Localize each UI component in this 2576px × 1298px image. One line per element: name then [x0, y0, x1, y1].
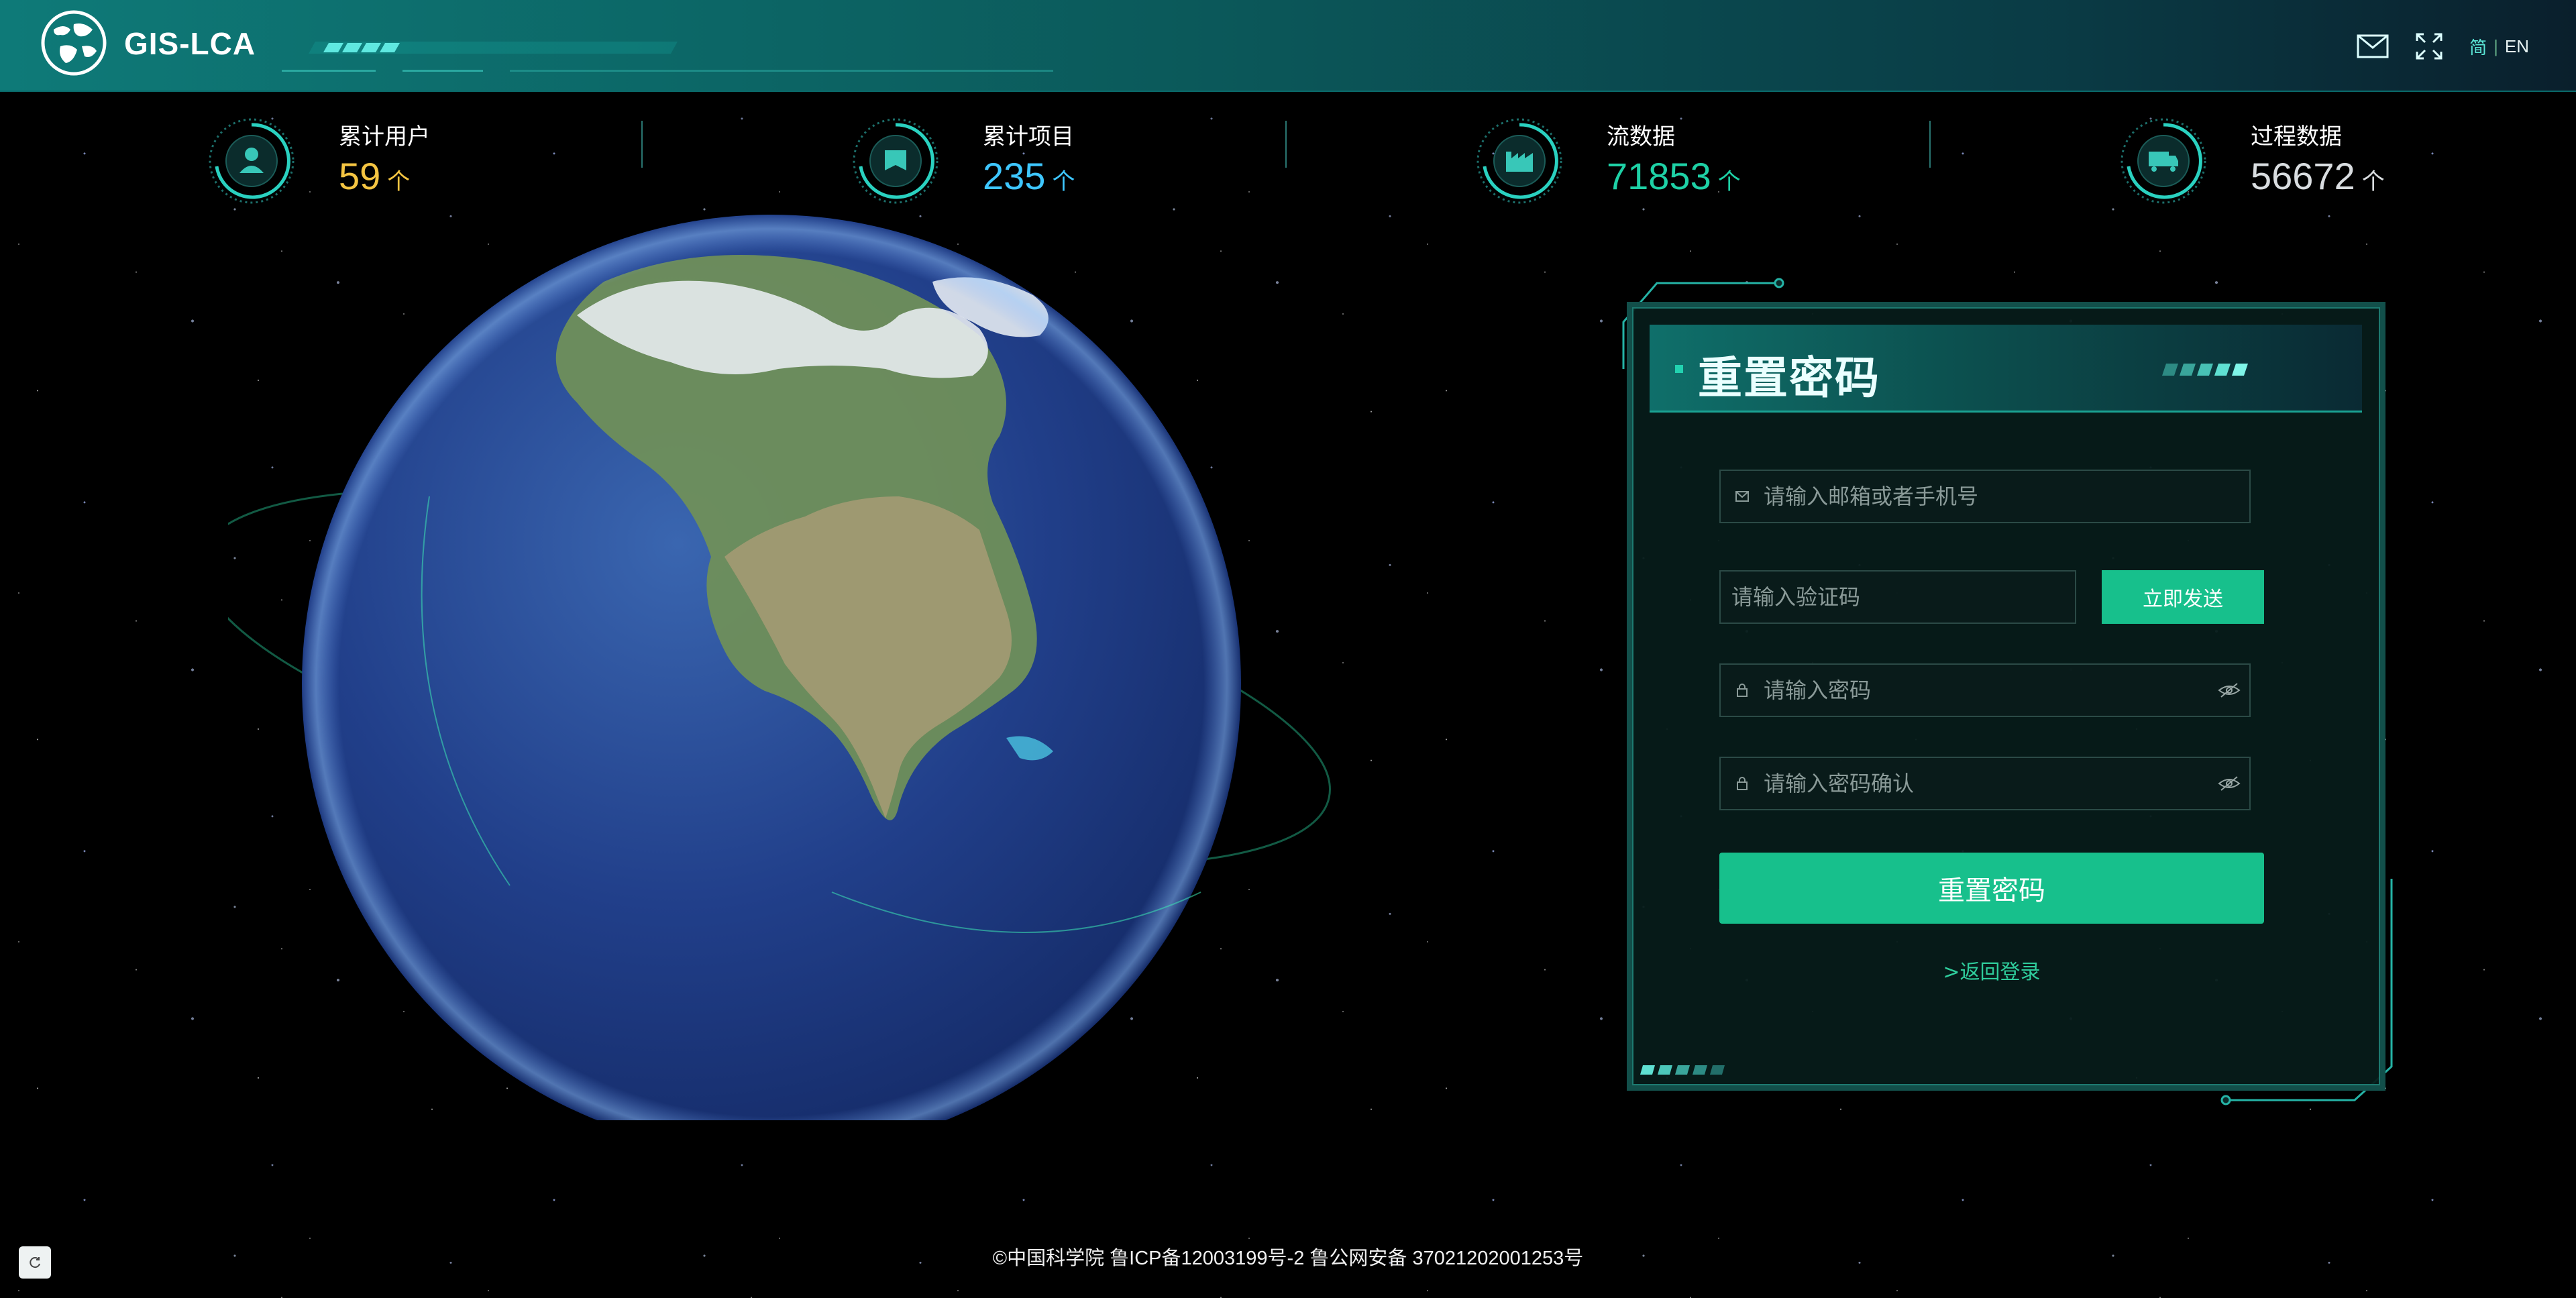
stat-divider — [1929, 121, 1931, 168]
code-input[interactable] — [1721, 572, 2075, 623]
stat-divider — [641, 121, 643, 168]
top-header: GIS-LCA 简 | EN — [0, 0, 2576, 92]
refresh-icon[interactable] — [19, 1246, 51, 1279]
mail-field-icon — [1727, 491, 1757, 502]
fullscreen-icon[interactable] — [2413, 32, 2445, 61]
eye-off-icon[interactable] — [2209, 775, 2249, 792]
account-input[interactable] — [1757, 471, 2249, 522]
header-right-tools: 简 | EN — [2357, 30, 2529, 63]
mail-icon[interactable] — [2357, 32, 2389, 61]
header-stripes-decoration — [2162, 364, 2248, 376]
confirm-password-input[interactable] — [1757, 758, 2209, 809]
truck-icon — [2121, 118, 2206, 204]
stat-process: 过程数据 56672 个 — [2116, 114, 2519, 208]
password-field — [1719, 663, 2251, 717]
eye-off-icon[interactable] — [2209, 682, 2249, 698]
language-switch: 简 | EN — [2469, 34, 2529, 59]
stat-users-label: 累计用户 — [339, 123, 430, 150]
back-to-login-link[interactable]: >返回登录 — [1719, 955, 2264, 985]
app-title: GIS-LCA — [124, 26, 256, 61]
stat-process-unit: 个 — [2361, 169, 2385, 195]
lock-icon — [1727, 776, 1757, 791]
reset-password-panel: 重置密码 立即发送 重置密码 — [1627, 302, 2385, 1091]
lang-en-option[interactable]: EN — [2505, 36, 2529, 57]
footer-copyright: ©中国科学院 鲁ICP备12003199号-2 鲁公网安备 3702120200… — [992, 1248, 1584, 1269]
globe-logo-icon — [41, 10, 107, 76]
stat-process-label: 过程数据 — [2251, 123, 2342, 150]
code-field — [1719, 570, 2076, 624]
confirm-password-field — [1719, 757, 2251, 810]
lang-zh-option[interactable]: 简 — [2469, 34, 2487, 59]
panel-header: 重置密码 — [1650, 325, 2362, 413]
panel-bottom-stripes-decoration — [1640, 1065, 1725, 1075]
stat-divider — [1285, 121, 1287, 168]
stat-flow-unit: 个 — [1717, 169, 1741, 195]
panel-title: 重置密码 — [1698, 352, 1880, 404]
earth-globe[interactable] — [228, 181, 1503, 1120]
stat-flow: 流数据 71853 个 — [1472, 114, 1875, 208]
reset-password-button[interactable]: 重置密码 — [1719, 853, 2264, 924]
lang-separator: | — [2493, 36, 2498, 56]
header-stripe-decoration — [309, 42, 678, 54]
send-code-button[interactable]: 立即发送 — [2102, 570, 2264, 624]
header-line-decoration — [282, 70, 1053, 72]
title-marker — [1675, 365, 1683, 373]
account-field — [1719, 470, 2251, 523]
lock-icon — [1727, 683, 1757, 698]
stat-flow-value: 71853 个 — [1607, 155, 1741, 197]
stat-projects-label: 累计项目 — [983, 123, 1074, 150]
stat-flow-label: 流数据 — [1607, 123, 1675, 150]
password-input[interactable] — [1757, 665, 2209, 716]
stat-process-value: 56672 个 — [2251, 155, 2385, 197]
